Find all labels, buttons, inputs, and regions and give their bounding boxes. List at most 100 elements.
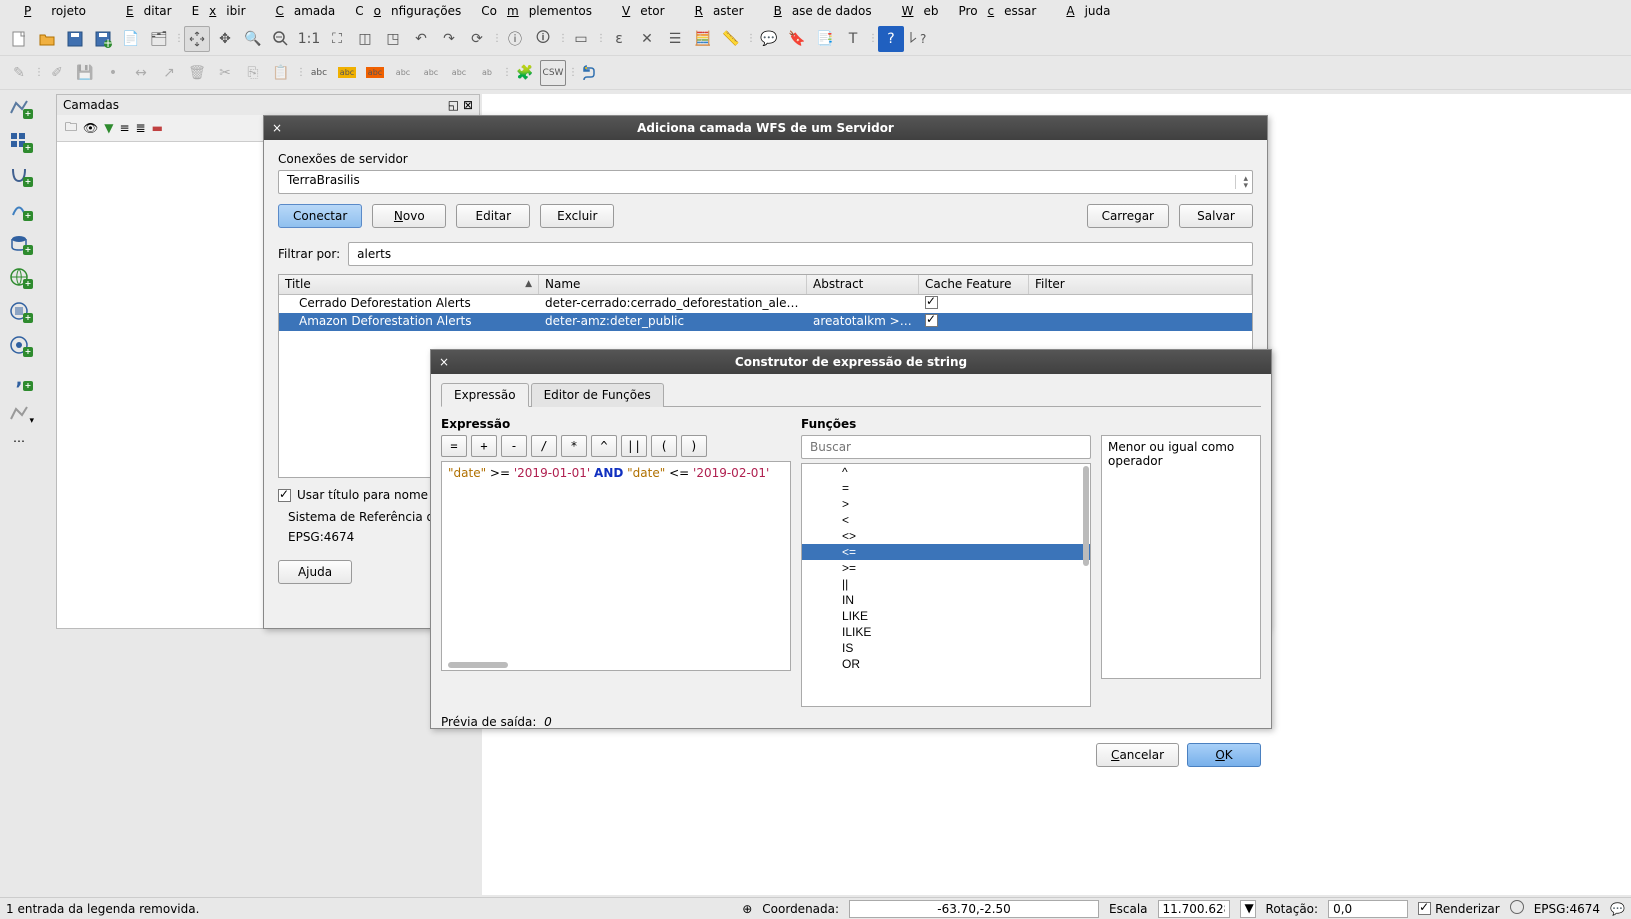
render-checkbox[interactable]: Renderizar: [1418, 902, 1500, 916]
add-wms-icon[interactable]: +: [4, 264, 34, 290]
node-tool-icon[interactable]: ↗: [156, 60, 182, 86]
add-wfs-icon[interactable]: +: [4, 332, 34, 358]
add-spatialite-icon[interactable]: +: [4, 196, 34, 222]
bookmark-new-icon[interactable]: 🔖: [784, 26, 810, 52]
th-cache[interactable]: Cache Feature: [919, 275, 1029, 294]
add-vector-icon[interactable]: +: [4, 94, 34, 120]
expression-editor[interactable]: "date" >= '2019-01-01' AND "date" <= '20…: [441, 461, 791, 671]
layer-collapse-icon[interactable]: ≣: [136, 121, 146, 135]
edit-pencil-icon[interactable]: ✎: [6, 60, 32, 86]
label-2-icon[interactable]: abc: [362, 60, 388, 86]
refresh-icon[interactable]: ⟳: [464, 26, 490, 52]
function-item[interactable]: LIKE: [802, 608, 1090, 624]
add-mssql-icon[interactable]: +: [4, 230, 34, 256]
add-raster-icon[interactable]: +: [4, 128, 34, 154]
toggle-extents-icon[interactable]: ⊕: [742, 902, 752, 916]
function-item[interactable]: OR: [802, 656, 1090, 672]
function-item[interactable]: =: [802, 480, 1090, 496]
menu-ajuda[interactable]: Ajuda: [1046, 2, 1120, 20]
zoom-next-icon[interactable]: ↷: [436, 26, 462, 52]
zoom-in-icon[interactable]: 🔍: [240, 26, 266, 52]
op-div[interactable]: /: [531, 435, 557, 457]
panel-undock-icon[interactable]: ◱: [448, 98, 459, 112]
print-composer-icon[interactable]: 📄: [118, 26, 144, 52]
label-4-icon[interactable]: abc: [418, 60, 444, 86]
plugin-metasearch-icon[interactable]: 🧩: [512, 60, 538, 86]
connect-button[interactable]: Conectar: [278, 204, 362, 228]
add-feature-icon[interactable]: •: [100, 60, 126, 86]
save-as-icon[interactable]: +: [90, 26, 116, 52]
op-eq[interactable]: =: [441, 435, 467, 457]
tab-expression[interactable]: Expressão: [441, 383, 529, 407]
table-row[interactable]: Amazon Deforestation Alerts deter-amz:de…: [279, 313, 1252, 331]
python-console-icon[interactable]: [578, 60, 604, 86]
map-tips-icon[interactable]: 💬: [756, 26, 782, 52]
load-button[interactable]: Carregar: [1087, 204, 1169, 228]
th-abstract[interactable]: Abstract: [807, 275, 919, 294]
function-search-input[interactable]: [801, 435, 1091, 459]
coord-input[interactable]: [849, 900, 1099, 918]
function-item[interactable]: ^: [802, 464, 1090, 480]
label-1-icon[interactable]: abc: [334, 60, 360, 86]
zoom-full-icon[interactable]: ⛶: [324, 26, 350, 52]
help-button[interactable]: Ajuda: [278, 560, 352, 584]
move-feature-icon[interactable]: ↔: [128, 60, 154, 86]
field-calc-icon[interactable]: 🧮: [690, 26, 716, 52]
attribute-table-icon[interactable]: ☰: [662, 26, 688, 52]
panel-close-icon[interactable]: ⊠: [463, 98, 473, 112]
th-filter[interactable]: Filter: [1029, 275, 1252, 294]
open-icon[interactable]: [34, 26, 60, 52]
messages-icon[interactable]: 💬: [1610, 902, 1625, 916]
annotation-text-icon[interactable]: T: [840, 26, 866, 52]
op-pow[interactable]: ^: [591, 435, 617, 457]
menu-complementos[interactable]: Complementos: [471, 2, 602, 20]
measure-icon[interactable]: 📏: [718, 26, 744, 52]
label-6-icon[interactable]: ab: [474, 60, 500, 86]
more-icon[interactable]: ⋯: [4, 434, 34, 448]
scale-input[interactable]: [1158, 900, 1230, 918]
paste-icon[interactable]: 📋: [268, 60, 294, 86]
filter-input[interactable]: [348, 242, 1253, 266]
connection-combo[interactable]: TerraBrasilis ▴▾: [278, 170, 1253, 194]
function-item[interactable]: >: [802, 496, 1090, 512]
tab-function-editor[interactable]: Editor de Funções: [531, 383, 664, 407]
function-list[interactable]: ^=><<><=>=||INLIKEILIKEISOR: [801, 463, 1091, 707]
save-icon[interactable]: [62, 26, 88, 52]
delete-icon[interactable]: 🗑: [184, 60, 210, 86]
layer-remove-icon[interactable]: ▬: [152, 121, 163, 135]
function-item[interactable]: <>: [802, 528, 1090, 544]
menu-web[interactable]: Web: [882, 2, 949, 20]
zoom-selection-icon[interactable]: ◫: [352, 26, 378, 52]
select-expr-icon[interactable]: ε: [606, 26, 632, 52]
op-mul[interactable]: *: [561, 435, 587, 457]
menu-exibir[interactable]: Exibir: [182, 2, 256, 20]
rotation-input[interactable]: [1328, 900, 1408, 918]
menu-vetor[interactable]: Vetor: [602, 2, 675, 20]
function-item[interactable]: IN: [802, 592, 1090, 608]
cancel-button[interactable]: Cancelar: [1096, 743, 1179, 767]
th-title[interactable]: Title▲: [279, 275, 539, 294]
new-shapefile-icon[interactable]: ▾: [4, 400, 34, 426]
zoom-last-icon[interactable]: ↶: [408, 26, 434, 52]
copy-icon[interactable]: ⎘: [240, 60, 266, 86]
help-icon[interactable]: ?: [878, 26, 904, 52]
zoom-native-icon[interactable]: 1:1: [296, 26, 322, 52]
op-lparen[interactable]: (: [651, 435, 677, 457]
select-rect-icon[interactable]: ▭: [568, 26, 594, 52]
add-delimited-icon[interactable]: ,+: [4, 366, 34, 392]
label-3-icon[interactable]: abc: [390, 60, 416, 86]
whats-this-icon[interactable]: ?: [906, 26, 932, 52]
wfs-close-icon[interactable]: ×: [272, 121, 282, 135]
csw-icon[interactable]: CSW: [540, 60, 566, 86]
function-item[interactable]: <=: [802, 544, 1090, 560]
identify-tool-icon[interactable]: 🛈: [530, 26, 556, 52]
op-minus[interactable]: -: [501, 435, 527, 457]
menu-projeto[interactable]: Projeto: [4, 2, 106, 20]
table-row[interactable]: Cerrado Deforestation Alerts deter-cerra…: [279, 295, 1252, 313]
label-5-icon[interactable]: abc: [446, 60, 472, 86]
abc-icon[interactable]: abc: [306, 60, 332, 86]
save-button[interactable]: Salvar: [1179, 204, 1253, 228]
cache-checkbox[interactable]: [925, 314, 938, 327]
menu-bar[interactable]: Projeto Editar Exibir Camada Configuraçõ…: [0, 0, 1631, 22]
identify-icon[interactable]: ⓘ: [502, 26, 528, 52]
